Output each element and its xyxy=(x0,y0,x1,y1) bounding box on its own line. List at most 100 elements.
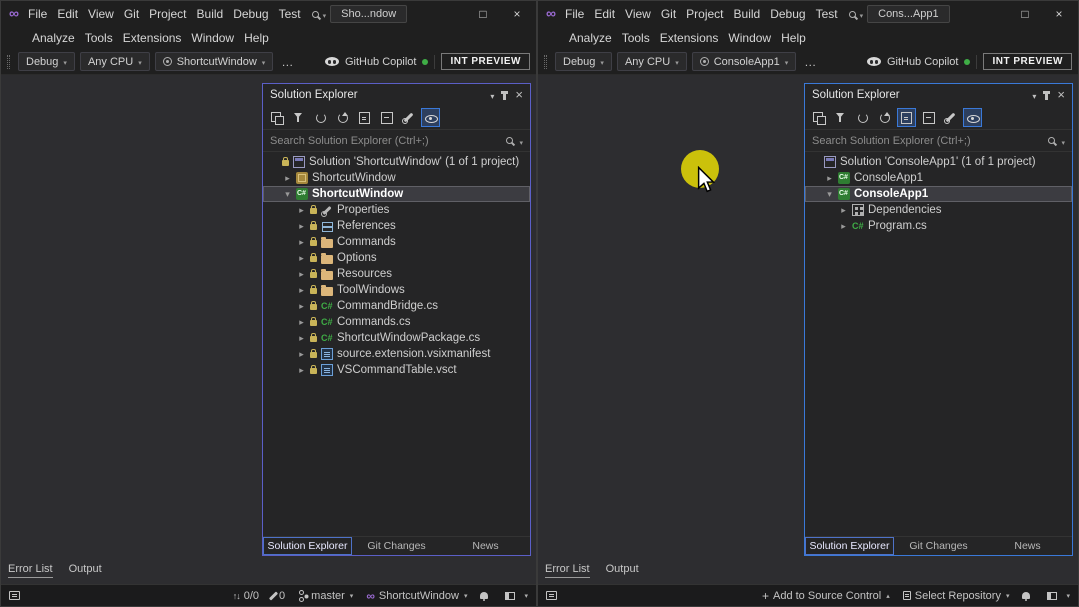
explorer-toolbar-icon[interactable] xyxy=(267,108,286,127)
menu-item[interactable]: File xyxy=(560,5,589,23)
maximize-button[interactable]: □ xyxy=(466,2,500,26)
tree-item[interactable]: CommandBridge.cs xyxy=(263,298,530,314)
int-preview-badge[interactable]: INT PREVIEW xyxy=(441,53,530,70)
status-item[interactable]: 0 xyxy=(272,590,285,602)
menu-item[interactable]: Git xyxy=(119,5,144,23)
explorer-toolbar-icon[interactable] xyxy=(963,108,982,127)
tree-item[interactable]: Dependencies xyxy=(805,202,1072,218)
menu-item[interactable]: Edit xyxy=(589,5,620,23)
tree-item[interactable]: ShortcutWindow xyxy=(263,170,530,186)
explorer-toolbar-icon[interactable] xyxy=(853,108,872,127)
status-item[interactable] xyxy=(480,592,492,599)
tree-item[interactable]: Program.cs xyxy=(805,218,1072,234)
menu-item[interactable]: Window xyxy=(723,29,776,47)
chevron-down-icon[interactable] xyxy=(1032,86,1036,104)
tree-item[interactable]: References xyxy=(263,218,530,234)
chevron-down-icon[interactable] xyxy=(490,86,494,104)
copilot-label[interactable]: GitHub Copilot xyxy=(345,56,417,68)
tree-item[interactable]: ShortcutWindow xyxy=(263,186,530,202)
bottom-panel-tab[interactable]: Output xyxy=(606,563,639,578)
expander-icon[interactable] xyxy=(297,298,306,314)
tree-item[interactable]: ConsoleApp1 xyxy=(805,186,1072,202)
panel-tab[interactable]: Git Changes xyxy=(894,537,983,555)
explorer-toolbar-icon[interactable] xyxy=(421,108,440,127)
explorer-toolbar-icon[interactable] xyxy=(355,108,374,127)
tree-item[interactable]: Solution 'ShortcutWindow' (1 of 1 projec… xyxy=(263,154,530,170)
menu-item[interactable]: Git xyxy=(656,5,681,23)
chevron-down-icon[interactable] xyxy=(323,5,327,23)
panel-tab[interactable]: Solution Explorer xyxy=(263,537,352,555)
search-icon[interactable] xyxy=(506,137,513,144)
close-icon[interactable] xyxy=(515,86,523,104)
copilot-label[interactable]: GitHub Copilot xyxy=(887,56,959,68)
pin-icon[interactable] xyxy=(503,91,506,100)
explorer-toolbar-icon[interactable] xyxy=(311,108,330,127)
status-item[interactable]: ShortcutWindow xyxy=(366,589,467,603)
menu-item[interactable]: Test xyxy=(274,5,306,23)
explorer-toolbar-icon[interactable] xyxy=(333,108,352,127)
bottom-panel-tab[interactable]: Error List xyxy=(545,563,590,578)
expander-icon[interactable] xyxy=(825,170,834,186)
bottom-panel-tab[interactable]: Output xyxy=(69,563,102,578)
explorer-toolbar-icon[interactable] xyxy=(377,108,396,127)
toolbar-grip[interactable] xyxy=(7,55,10,69)
startup-project-dropdown[interactable]: ConsoleApp1 xyxy=(692,52,797,71)
tree-item[interactable]: Commands.cs xyxy=(263,314,530,330)
github-copilot-icon[interactable] xyxy=(867,57,881,66)
expander-icon[interactable] xyxy=(297,346,306,362)
tree-item[interactable]: Properties xyxy=(263,202,530,218)
expander-icon[interactable] xyxy=(297,362,306,378)
expander-icon[interactable] xyxy=(283,186,292,202)
status-item[interactable]: Add to Source Control xyxy=(762,589,890,603)
search-icon[interactable] xyxy=(849,11,856,18)
explorer-toolbar-icon[interactable] xyxy=(809,108,828,127)
tree-item[interactable]: VSCommandTable.vsct xyxy=(263,362,530,378)
panel-header[interactable]: Solution Explorer xyxy=(263,84,530,106)
menu-item[interactable]: Project xyxy=(144,5,191,23)
panel-tab[interactable]: News xyxy=(441,537,530,555)
menu-item[interactable]: Build xyxy=(729,5,766,23)
expander-icon[interactable] xyxy=(297,234,306,250)
startup-project-dropdown[interactable]: ShortcutWindow xyxy=(155,52,274,71)
feedback-screen-icon[interactable] xyxy=(9,591,20,600)
tree-item[interactable]: ConsoleApp1 xyxy=(805,170,1072,186)
expander-icon[interactable] xyxy=(839,202,848,218)
github-copilot-icon[interactable] xyxy=(325,57,339,66)
menu-item[interactable]: Analyze xyxy=(564,29,617,47)
feedback-screen-icon[interactable] xyxy=(546,591,557,600)
menu-item[interactable]: View xyxy=(83,5,119,23)
expander-icon[interactable] xyxy=(297,218,306,234)
titlebar-search-box[interactable]: Cons...App1 xyxy=(867,5,950,23)
expander-icon[interactable] xyxy=(283,170,292,186)
menu-item[interactable]: Extensions xyxy=(655,29,724,47)
tree-item[interactable]: Resources xyxy=(263,266,530,282)
menu-item[interactable]: Tools xyxy=(617,29,655,47)
status-item[interactable] xyxy=(505,592,528,600)
maximize-button[interactable]: □ xyxy=(1008,2,1042,26)
menu-item[interactable]: Tools xyxy=(80,29,118,47)
expander-icon[interactable] xyxy=(297,282,306,298)
search-icon[interactable] xyxy=(312,11,319,18)
menu-item[interactable]: Help xyxy=(776,29,811,47)
search-input[interactable]: Search Solution Explorer (Ctrl+;) xyxy=(270,135,429,147)
int-preview-badge[interactable]: INT PREVIEW xyxy=(983,53,1072,70)
expander-icon[interactable] xyxy=(825,186,834,202)
menu-item[interactable]: File xyxy=(23,5,52,23)
menu-item[interactable]: Edit xyxy=(52,5,83,23)
close-button[interactable]: × xyxy=(500,2,534,26)
panel-tab[interactable]: Solution Explorer xyxy=(805,537,894,555)
expander-icon[interactable] xyxy=(297,266,306,282)
panel-header[interactable]: Solution Explorer xyxy=(805,84,1072,106)
toolbar-overflow-button[interactable]: … xyxy=(278,55,297,69)
menu-item[interactable]: Debug xyxy=(765,5,810,23)
status-item[interactable] xyxy=(1047,592,1070,600)
tree-item[interactable]: ToolWindows xyxy=(263,282,530,298)
status-item[interactable]: 0/0 xyxy=(233,590,259,602)
menu-item[interactable]: Help xyxy=(239,29,274,47)
tree-item[interactable]: Commands xyxy=(263,234,530,250)
tree-item[interactable]: ShortcutWindowPackage.cs xyxy=(263,330,530,346)
explorer-toolbar-icon[interactable] xyxy=(897,108,916,127)
chevron-down-icon[interactable] xyxy=(860,5,864,23)
toolbar-grip[interactable] xyxy=(544,55,547,69)
search-icon[interactable] xyxy=(1048,137,1055,144)
